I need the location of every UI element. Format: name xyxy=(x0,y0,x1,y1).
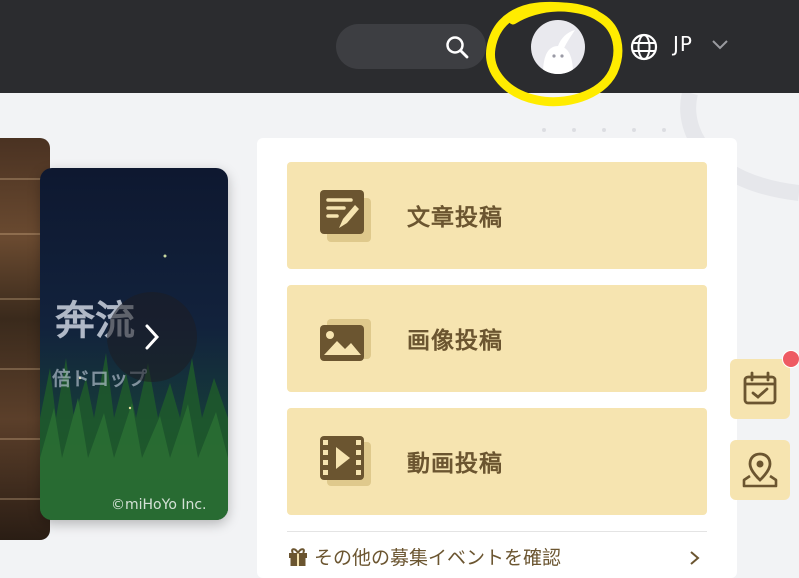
banner-copyright: ©miHoYo Inc. xyxy=(111,497,207,513)
divider xyxy=(287,531,707,532)
post-image-button[interactable]: 画像投稿 xyxy=(287,285,707,392)
avatar[interactable] xyxy=(531,20,585,74)
chevron-right-icon xyxy=(145,324,160,350)
more-events-label: その他の募集イベントを確認 xyxy=(314,547,562,569)
avatar-character-icon xyxy=(543,30,575,74)
carousel-next-button[interactable] xyxy=(107,292,197,382)
globe-icon[interactable] xyxy=(630,33,658,61)
post-image-label: 画像投稿 xyxy=(407,328,503,354)
calendar-check-icon xyxy=(743,371,777,405)
gift-icon xyxy=(289,548,307,566)
post-article-button[interactable]: 文章投稿 xyxy=(287,162,707,269)
post-video-label: 動画投稿 xyxy=(407,451,503,477)
map-location-button[interactable] xyxy=(730,440,790,500)
article-edit-icon xyxy=(320,190,371,242)
notification-dot xyxy=(782,350,799,368)
image-icon xyxy=(320,319,371,361)
language-label[interactable]: JP xyxy=(673,32,693,56)
post-video-button[interactable]: 動画投稿 xyxy=(287,408,707,515)
calendar-check-button[interactable] xyxy=(730,359,790,419)
more-events-link[interactable]: その他の募集イベントを確認 xyxy=(287,542,707,570)
map-pin-icon xyxy=(742,452,778,488)
search-icon[interactable] xyxy=(445,35,469,59)
chevron-right-icon xyxy=(690,551,700,565)
video-icon xyxy=(320,436,371,486)
post-article-label: 文章投稿 xyxy=(407,205,503,231)
decorative-dots xyxy=(542,128,666,132)
chevron-down-icon[interactable] xyxy=(710,38,730,52)
